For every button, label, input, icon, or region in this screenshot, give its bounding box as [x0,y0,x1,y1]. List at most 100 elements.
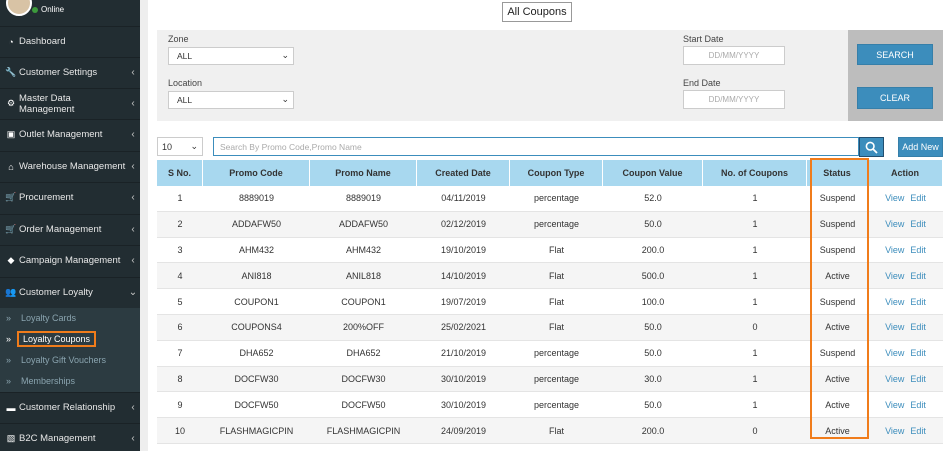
page-size-select[interactable]: 10 ⌄ [157,137,203,156]
column-header[interactable]: Created Date [417,160,510,186]
sidebar-item-label: Campaign Management [19,255,121,266]
sidebar-item-warehouse-management[interactable]: ⌂ Warehouse Management ‹ [0,151,140,181]
sidebar-item-label: Master Data Management [19,92,75,115]
sidebar-subitem-label: Memberships [21,376,76,386]
edit-link[interactable]: Edit [910,400,926,410]
edit-link[interactable]: Edit [910,271,926,281]
table-row: 1 8889019 8889019 04/11/2019 percentage 52.0 1… [157,186,943,212]
view-link[interactable]: View [885,297,904,307]
table-cell: Flat [548,425,564,436]
sidebar-divider [140,0,148,451]
sidebar-item-master-data-management[interactable]: ⚙ Master Data Management ‹ [0,88,140,118]
table-cell: 30/10/2019 [440,373,487,384]
sidebar-item-customer-loyalty[interactable]: 👥 Customer Loyalty ⌄ [0,277,140,307]
column-header[interactable]: Status [807,160,868,186]
end-date-input[interactable]: DD/MM/YYYY [683,90,785,109]
table-cell: COUPON1 [234,296,279,307]
table-cell: Suspend [819,193,856,204]
action-cell: View Edit [868,289,943,314]
table-row: 4 ANI818 ANIL818 14/10/2019 Flat 500.0 1 Active… [157,263,943,290]
view-link[interactable]: View [885,193,904,203]
sidebar-item-outlet-management[interactable]: ▣ Outlet Management ‹ [0,119,140,149]
table-row: 9 DOCFW50 DOCFW50 30/10/2019 percentage 50.0 1… [157,392,943,419]
view-link[interactable]: View [885,245,904,255]
table-cell: 50.0 [644,322,662,333]
clear-button[interactable]: CLEAR [857,87,933,109]
sidebar-subitem-loyalty-coupons[interactable]: » Loyalty Coupons [0,329,140,349]
edit-link[interactable]: Edit [910,193,926,203]
sidebar-subitem-loyalty-cards[interactable]: » Loyalty Cards [0,308,140,328]
sidebar-item-customer-relationship[interactable]: ▬ Customer Relationship ‹ [0,392,140,422]
view-link[interactable]: View [885,348,904,358]
action-cell: View Edit [868,186,943,211]
zone-select[interactable]: ALL ⌄ [168,47,294,65]
view-link[interactable]: View [885,322,904,332]
search-icon-button[interactable] [859,137,884,157]
location-select[interactable]: ALL ⌄ [168,91,294,109]
zone-value: ALL [177,51,193,61]
table-row: 6 COUPONS4 200%OFF 25/02/2021 Flat 50.0 0 Activ… [157,315,943,341]
sidebar-item-label: Dashboard [19,36,66,47]
table-cell: ADDAFW50 [338,219,388,230]
table-cell: Active [825,399,850,410]
column-header[interactable]: S No. [157,160,203,186]
user-panel: Online [0,0,140,26]
view-link[interactable]: View [885,426,904,436]
sidebar-item-order-management[interactable]: 🛒 Order Management ‹ [0,214,140,244]
edit-link[interactable]: Edit [910,374,926,384]
column-header[interactable]: Coupon Value [603,160,703,186]
action-cell: View Edit [868,341,943,366]
edit-link[interactable]: Edit [910,348,926,358]
table-cell: ANI818 [241,270,272,281]
table-cell: Suspend [819,219,856,230]
table-cell: 1 [752,373,758,384]
avatar[interactable] [6,0,32,16]
column-header[interactable]: Coupon Type [510,160,603,186]
sidebar-item-campaign-management[interactable]: ◆ Campaign Management ‹ [0,245,140,275]
search-button[interactable]: SEARCH [857,44,933,65]
view-link[interactable]: View [885,271,904,281]
column-header[interactable]: Action [868,160,943,186]
sidebar-item-customer-settings[interactable]: 🔧 Customer Settings ‹ [0,57,140,87]
edit-link[interactable]: Edit [910,322,926,332]
sidebar-item-b2c-management[interactable]: ▧ B2C Management ‹ [0,423,140,451]
table-cell: 5 [177,296,183,307]
edit-link[interactable]: Edit [910,245,926,255]
table-cell: 19/10/2019 [440,244,487,255]
sidebar-subitem-label: Loyalty Gift Vouchers [21,355,107,365]
zone-label: Zone [168,34,189,44]
table-cell: ADDAFW50 [231,219,281,230]
table-cell: Active [825,425,850,436]
chevron-down-icon: ⌄ [281,50,289,60]
edit-link[interactable]: Edit [910,219,926,229]
table-row: 3 AHM432 AHM432 19/10/2019 Flat 200.0 1 Suspend… [157,238,943,264]
table-cell: percentage [533,348,580,359]
start-date-input[interactable]: DD/MM/YYYY [683,46,785,65]
table-cell: Flat [548,270,564,281]
view-link[interactable]: View [885,374,904,384]
edit-link[interactable]: Edit [910,297,926,307]
sidebar-item-label: Customer Relationship [19,402,116,413]
sidebar-subitem-memberships[interactable]: » Memberships [0,371,140,391]
online-label: Online [41,5,65,14]
search-input[interactable]: Search By Promo Code,Promo Name [213,137,859,156]
sidebar-subitem-loyalty-gift-vouchers[interactable]: » Loyalty Gift Vouchers [0,350,140,370]
sidebar-item-label: Order Management [19,224,102,235]
edit-link[interactable]: Edit [910,426,926,436]
table-cell: 1 [752,193,758,204]
column-header[interactable]: No. of Coupons [703,160,807,186]
table-cell: 19/07/2019 [440,296,487,307]
view-link[interactable]: View [885,400,904,410]
chevron-down-icon: ⌄ [281,94,289,104]
table-header: S No. Promo Code Promo Name Created Date Cou… [157,160,943,186]
column-header[interactable]: Promo Code [203,160,310,186]
chevron-icon: ‹ [131,433,135,444]
table-cell: 1 [752,399,758,410]
sidebar-item-label: Warehouse Management [19,161,126,172]
view-link[interactable]: View [885,219,904,229]
table-cell: 25/02/2021 [440,322,487,333]
sidebar-item-procurement[interactable]: 🛒 Procurement ‹ [0,182,140,212]
column-header[interactable]: Promo Name [310,160,417,186]
sidebar-item-dashboard[interactable]: ◔ Dashboard [0,26,140,56]
add-new-button[interactable]: Add New [898,137,943,157]
